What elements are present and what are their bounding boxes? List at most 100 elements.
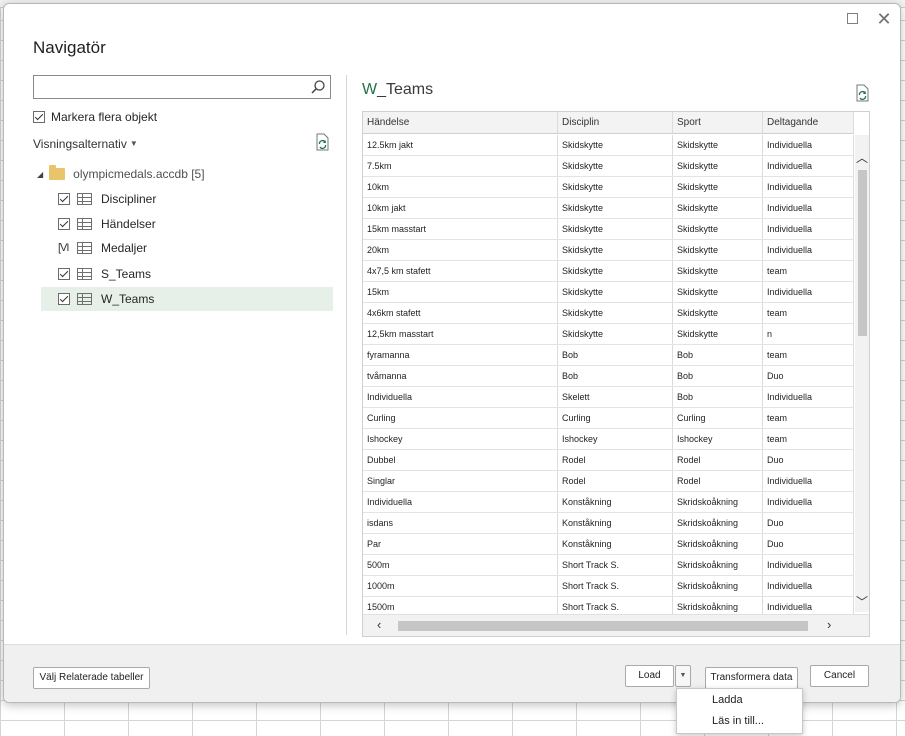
table-cell[interactable]: Par [363, 534, 558, 554]
table-cell[interactable]: Konståkning [558, 513, 673, 533]
table-cell[interactable]: Skidskytte [558, 282, 673, 302]
transform-data-button[interactable]: Transformera data [705, 667, 798, 689]
table-row[interactable]: Singlar Rodel Rodel Individuella [363, 471, 854, 492]
checkbox-icon[interactable] [33, 111, 45, 123]
menu-item-ladda[interactable]: Ladda [712, 694, 743, 706]
table-cell[interactable]: isdans [363, 513, 558, 533]
table-cell[interactable]: Curling [558, 408, 673, 428]
table-row[interactable]: 4x6km stafett Skidskytte Skidskytte team [363, 303, 854, 324]
table-cell[interactable]: 15km [363, 282, 558, 302]
scroll-left-icon[interactable]: ‹ [377, 617, 381, 632]
table-cell[interactable]: Bob [673, 366, 763, 386]
table-row[interactable]: 1000m Short Track S. Skridskoåkning Individ… [363, 576, 854, 597]
table-cell[interactable]: Skidskytte [558, 324, 673, 344]
table-cell[interactable]: Individuella [763, 198, 854, 218]
menu-item-las-in-till[interactable]: Läs in till... [712, 715, 764, 727]
tree-root-database[interactable]: ◢ olympicmedals.accdb [5] [37, 162, 205, 186]
horizontal-scrollbar[interactable]: ‹ › [363, 614, 869, 636]
table-row[interactable]: 10km jakt Skidskytte Skidskytte Individuell… [363, 198, 854, 219]
table-row[interactable]: Individuella Skelett Bob Individuella [363, 387, 854, 408]
table-cell[interactable]: Individuella [763, 177, 854, 197]
table-cell[interactable]: Skidskytte [673, 282, 763, 302]
column-header[interactable]: Deltagande [763, 112, 854, 133]
table-cell[interactable]: 12,5km masstart [363, 324, 558, 344]
table-cell[interactable]: 4x7,5 km stafett [363, 261, 558, 281]
table-cell[interactable]: tvåmanna [363, 366, 558, 386]
table-row[interactable]: Ishockey Ishockey Ishockey team [363, 429, 854, 450]
table-cell[interactable]: 12.5km jakt [363, 135, 558, 155]
table-cell[interactable]: fyramanna [363, 345, 558, 365]
table-cell[interactable]: Individuella [763, 219, 854, 239]
table-row[interactable]: tvåmanna Bob Bob Duo [363, 366, 854, 387]
table-cell[interactable]: Duo [763, 450, 854, 470]
checkbox-icon[interactable] [58, 193, 70, 205]
refresh-preview-icon[interactable] [853, 84, 871, 102]
table-row[interactable]: 500m Short Track S. Skridskoåkning Individu… [363, 555, 854, 576]
scrollbar-thumb[interactable] [858, 170, 867, 336]
table-cell[interactable]: Skidskytte [558, 156, 673, 176]
table-cell[interactable]: Rodel [673, 450, 763, 470]
table-row[interactable]: fyramanna Bob Bob team [363, 345, 854, 366]
partial-checkbox-icon[interactable]: [VI [58, 242, 71, 254]
table-cell[interactable]: Duo [763, 513, 854, 533]
table-cell[interactable]: Individuella [763, 387, 854, 407]
table-cell[interactable]: team [763, 429, 854, 449]
table-row[interactable]: isdans Konståkning Skridskoåkning Duo [363, 513, 854, 534]
tree-item-discipliner[interactable]: Discipliner [41, 187, 333, 211]
table-cell[interactable]: Konståkning [558, 534, 673, 554]
table-cell[interactable]: Ishockey [363, 429, 558, 449]
close-icon[interactable]: ✕ [874, 9, 894, 29]
table-cell[interactable]: 15km masstart [363, 219, 558, 239]
table-cell[interactable]: 10km jakt [363, 198, 558, 218]
table-cell[interactable]: Individuella [763, 282, 854, 302]
table-cell[interactable]: Skidskytte [673, 177, 763, 197]
table-row[interactable]: 12,5km masstart Skidskytte Skidskytte n [363, 324, 854, 345]
table-cell[interactable]: Skridskoåkning [673, 492, 763, 512]
table-cell[interactable]: Individuella [763, 555, 854, 575]
table-cell[interactable]: 10km [363, 177, 558, 197]
collapse-triangle-icon[interactable]: ◢ [37, 170, 43, 179]
search-input[interactable] [33, 75, 331, 99]
table-row[interactable]: 15km Skidskytte Skidskytte Individuella [363, 282, 854, 303]
table-cell[interactable]: Skidskytte [673, 198, 763, 218]
table-cell[interactable]: Skidskytte [673, 219, 763, 239]
table-cell[interactable]: Individuella [763, 156, 854, 176]
table-cell[interactable]: Ishockey [673, 429, 763, 449]
table-cell[interactable]: team [763, 261, 854, 281]
table-row[interactable]: 7.5km Skidskytte Skidskytte Individuella [363, 156, 854, 177]
table-cell[interactable]: Skidskytte [673, 240, 763, 260]
checkbox-icon[interactable] [58, 268, 70, 280]
column-header[interactable]: Disciplin [558, 112, 673, 133]
scroll-right-icon[interactable]: › [827, 617, 831, 632]
table-cell[interactable]: team [763, 345, 854, 365]
cancel-button[interactable]: Cancel [810, 665, 869, 687]
tree-item-s-teams[interactable]: S_Teams [41, 262, 333, 286]
pane-divider[interactable] [346, 75, 347, 635]
table-cell[interactable]: Skidskytte [558, 135, 673, 155]
table-cell[interactable]: Duo [763, 534, 854, 554]
table-cell[interactable]: Bob [558, 366, 673, 386]
table-cell[interactable]: Skidskytte [673, 135, 763, 155]
table-row[interactable]: 12.5km jakt Skidskytte Skidskytte Individue… [363, 135, 854, 156]
table-row[interactable]: Dubbel Rodel Rodel Duo [363, 450, 854, 471]
table-cell[interactable]: 7.5km [363, 156, 558, 176]
column-header[interactable]: Händelse [363, 112, 558, 133]
table-cell[interactable]: Skridskoåkning [673, 576, 763, 596]
table-cell[interactable]: Individuella [763, 135, 854, 155]
table-cell[interactable]: Individuella [363, 387, 558, 407]
table-cell[interactable]: team [763, 303, 854, 323]
tree-item-w-teams[interactable]: W_Teams [41, 287, 333, 311]
table-cell[interactable]: 20km [363, 240, 558, 260]
table-cell[interactable]: Konståkning [558, 492, 673, 512]
table-cell[interactable]: Skidskytte [558, 219, 673, 239]
maximize-icon[interactable] [842, 9, 862, 29]
table-cell[interactable]: 4x6km stafett [363, 303, 558, 323]
table-cell[interactable]: Skidskytte [673, 303, 763, 323]
table-row[interactable]: 15km masstart Skidskytte Skidskytte Individ… [363, 219, 854, 240]
table-cell[interactable]: Skidskytte [558, 261, 673, 281]
table-cell[interactable]: Dubbel [363, 450, 558, 470]
table-cell[interactable]: Curling [673, 408, 763, 428]
table-cell[interactable]: Skelett [558, 387, 673, 407]
table-row[interactable]: Par Konståkning Skridskoåkning Duo [363, 534, 854, 555]
load-button[interactable]: Load [625, 665, 674, 687]
